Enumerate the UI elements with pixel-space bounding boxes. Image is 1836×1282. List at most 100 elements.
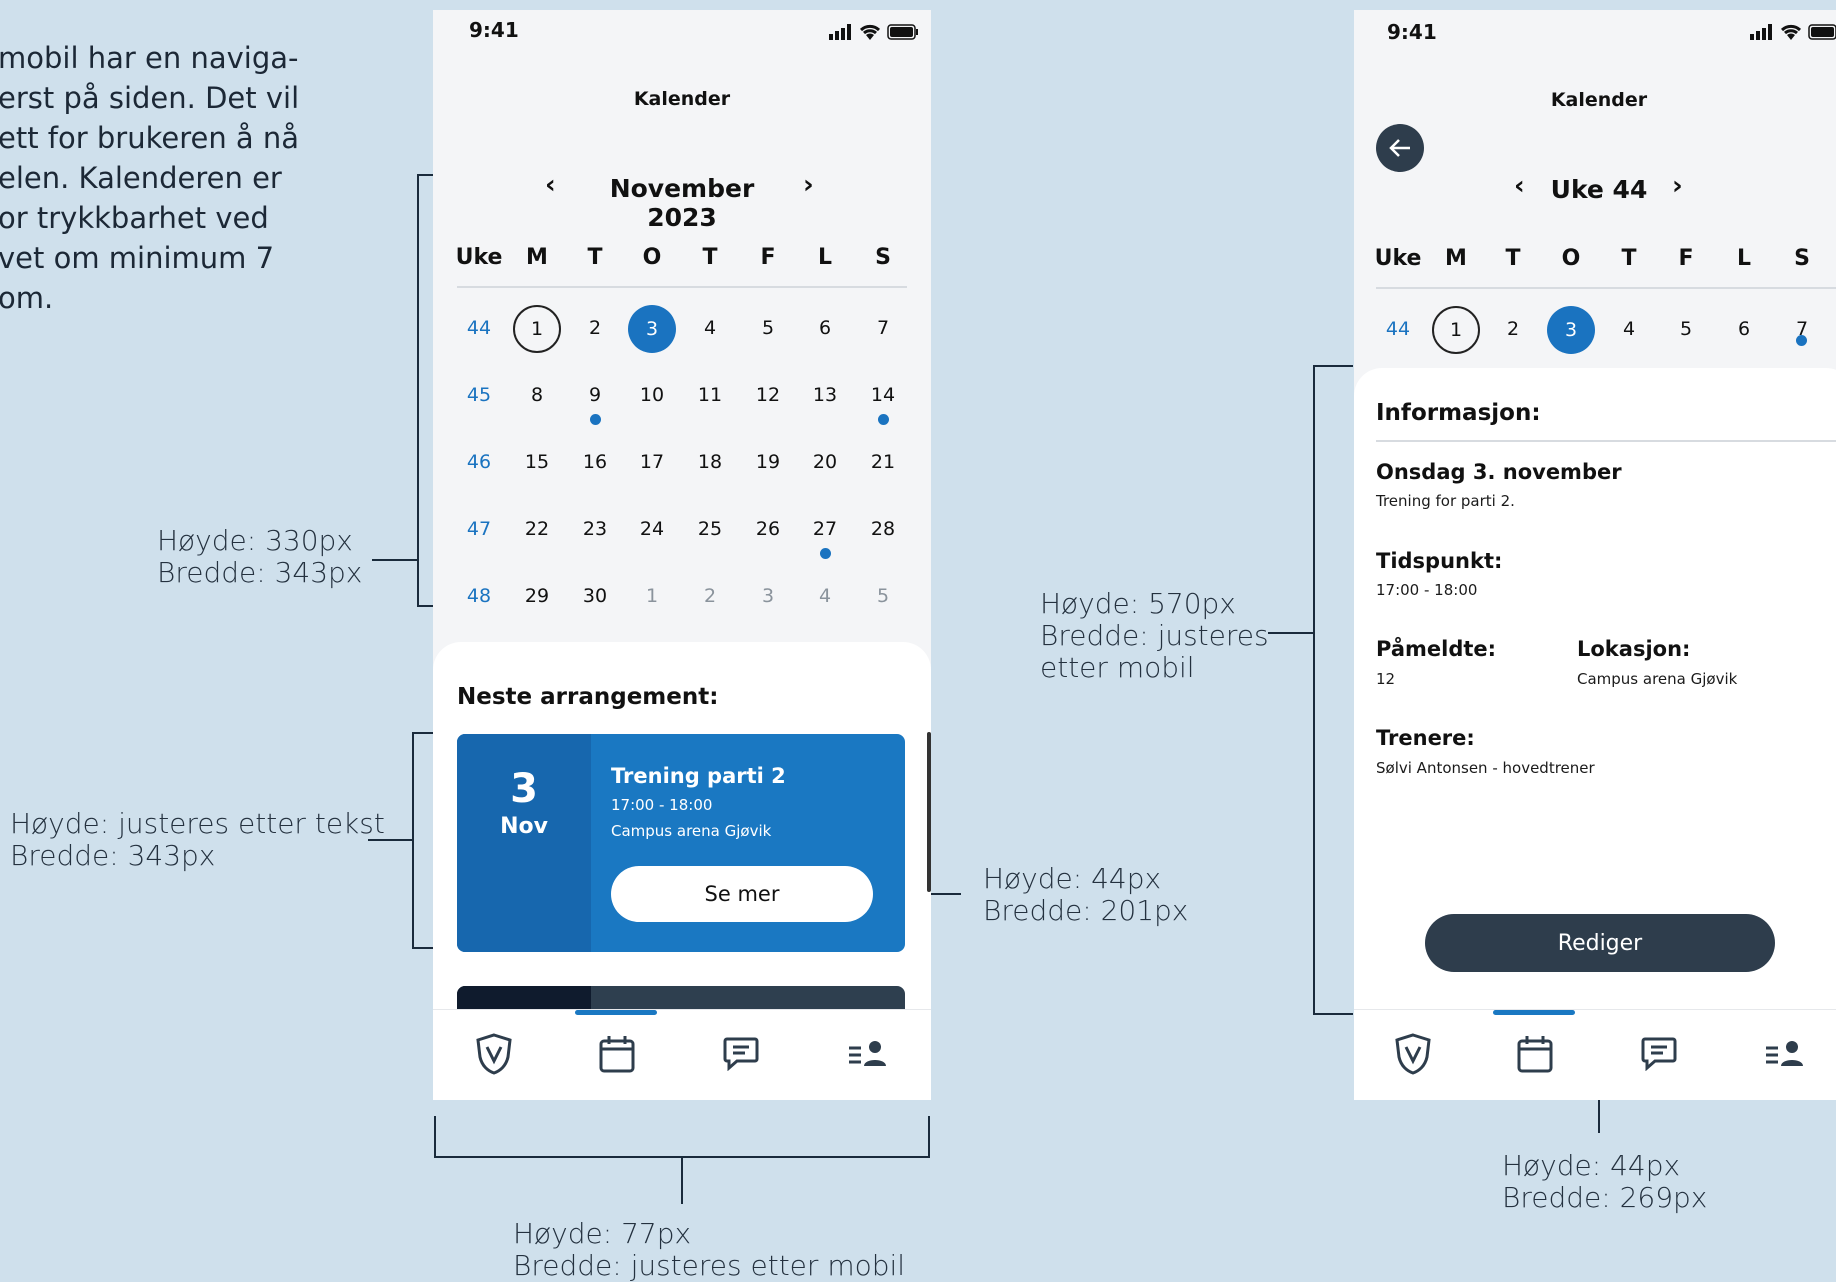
next-event-title: Neste arrangement: bbox=[457, 684, 719, 710]
calendar-day[interactable]: 4 bbox=[800, 573, 850, 623]
week-number[interactable]: 45 bbox=[454, 372, 504, 422]
calendar-day[interactable]: 15 bbox=[512, 439, 562, 489]
calendar-day[interactable]: 2 bbox=[570, 305, 620, 355]
tab-messages[interactable] bbox=[711, 1024, 771, 1084]
calendar-day[interactable]: 21 bbox=[858, 439, 908, 489]
tab-home[interactable] bbox=[1383, 1024, 1443, 1084]
date-title: Onsdag 3. november bbox=[1376, 460, 1622, 484]
chat-icon bbox=[723, 1037, 759, 1071]
weekday-header: O bbox=[642, 245, 662, 270]
trainers-label: Trenere: bbox=[1376, 726, 1475, 750]
phone-calendar-month: 9:41 Kalender ‹ November 2023 › Uke M T … bbox=[433, 10, 931, 1100]
calendar-icon bbox=[1517, 1036, 1553, 1073]
chevron-right-icon: › bbox=[1672, 171, 1683, 201]
calendar-day[interactable]: 4 bbox=[1604, 306, 1654, 356]
calendar-day[interactable]: 22 bbox=[512, 506, 562, 556]
calendar-day[interactable]: 10 bbox=[627, 372, 677, 422]
tab-indicator bbox=[575, 1010, 657, 1015]
calendar-day[interactable]: 23 bbox=[570, 506, 620, 556]
calendar-day[interactable]: 11 bbox=[685, 372, 735, 422]
event-title: Trening parti 2 bbox=[611, 764, 786, 788]
tab-home[interactable] bbox=[464, 1024, 524, 1084]
calendar-day[interactable]: 29 bbox=[512, 573, 562, 623]
calendar-day[interactable]: 4 bbox=[685, 305, 735, 355]
next-week-button[interactable]: › bbox=[1672, 171, 1683, 201]
calendar-day[interactable]: 5 bbox=[1661, 306, 1711, 356]
calendar-day[interactable]: 30 bbox=[570, 573, 620, 623]
annotation-line: Bredde: justeres etter mobil bbox=[513, 1249, 906, 1282]
calendar-day[interactable]: 16 bbox=[570, 439, 620, 489]
back-button[interactable] bbox=[1376, 124, 1424, 172]
calendar-day[interactable]: 19 bbox=[743, 439, 793, 489]
calendar-day[interactable]: 18 bbox=[685, 439, 735, 489]
calendar-day[interactable]: 7 bbox=[858, 305, 908, 355]
next-month-button[interactable]: › bbox=[803, 170, 814, 200]
event-dot bbox=[820, 548, 831, 559]
week-number[interactable]: 46 bbox=[454, 439, 504, 489]
tab-calendar[interactable] bbox=[587, 1024, 647, 1084]
calendar-day[interactable]: 2 bbox=[685, 573, 735, 623]
chevron-left-icon: ‹ bbox=[1514, 171, 1525, 201]
weekday-header: L bbox=[817, 245, 833, 270]
weekday-header: F bbox=[760, 245, 776, 270]
calendar-day[interactable]: 26 bbox=[743, 506, 793, 556]
week-number[interactable]: 48 bbox=[454, 573, 504, 623]
weekday-header: Uke bbox=[1374, 246, 1422, 271]
calendar-day[interactable]: 7 bbox=[1777, 306, 1827, 356]
status-time: 9:41 bbox=[1387, 20, 1437, 44]
calendar-day[interactable]: 24 bbox=[627, 506, 677, 556]
annotation-line: Bredde: 201px bbox=[983, 894, 1189, 927]
calendar-day-today[interactable]: 1 bbox=[513, 305, 561, 353]
event-dot bbox=[878, 414, 889, 425]
battery-icon bbox=[887, 24, 918, 40]
date-description: Trening for parti 2. bbox=[1376, 492, 1515, 510]
location-value: Campus arena Gjøvik bbox=[1577, 670, 1738, 688]
week-number[interactable]: 44 bbox=[454, 305, 504, 355]
calendar-day[interactable]: 1 bbox=[627, 573, 677, 623]
edit-button[interactable]: Rediger bbox=[1425, 914, 1775, 972]
calendar-day[interactable]: 12 bbox=[743, 372, 793, 422]
annotation-line: Bredde: 343px bbox=[157, 556, 363, 589]
weekday-header: T bbox=[702, 245, 718, 270]
calendar-day[interactable]: 28 bbox=[858, 506, 908, 556]
calendar-day[interactable]: 6 bbox=[1719, 306, 1769, 356]
annotation-see-more: Høyde: 44px Bredde: 201px bbox=[983, 863, 1188, 927]
annotation-line: Høyde: justeres etter tekst bbox=[10, 807, 385, 840]
weekday-header: O bbox=[1561, 246, 1581, 271]
calendar-day[interactable]: 20 bbox=[800, 439, 850, 489]
intro-line: or trykkbarhet ved bbox=[0, 201, 269, 235]
event-date-block: 3 Nov bbox=[457, 734, 591, 952]
prev-month-button[interactable]: ‹ bbox=[545, 170, 556, 200]
annotation-info-sheet: Høyde: 570px Bredde: justeres etter mobi… bbox=[1040, 588, 1269, 684]
annotation-event-card: Høyde: justeres etter tekst Bredde: 343p… bbox=[10, 808, 385, 872]
scrollbar[interactable] bbox=[927, 732, 931, 892]
tab-calendar[interactable] bbox=[1505, 1024, 1565, 1084]
tab-profile[interactable] bbox=[837, 1024, 897, 1084]
week-number[interactable]: 47 bbox=[454, 506, 504, 556]
calendar-day[interactable]: 2 bbox=[1488, 306, 1538, 356]
attendees-value: 12 bbox=[1376, 670, 1396, 688]
tab-messages[interactable] bbox=[1629, 1024, 1689, 1084]
prev-week-button[interactable]: ‹ bbox=[1514, 171, 1525, 201]
calendar-day[interactable]: 3 bbox=[743, 573, 793, 623]
tab-profile[interactable] bbox=[1754, 1024, 1814, 1084]
calendar-day[interactable]: 6 bbox=[800, 305, 850, 355]
calendar-day-selected[interactable]: 3 bbox=[1547, 306, 1595, 354]
annotation-tabbar: Høyde: 77px Bredde: justeres etter mobil bbox=[513, 1218, 905, 1282]
week-number[interactable]: 44 bbox=[1373, 306, 1423, 356]
calendar-day[interactable]: 5 bbox=[858, 573, 908, 623]
phone-calendar-week: 9:41 Kalender ‹ Uke 44 › Uke M T O T F L… bbox=[1354, 10, 1836, 1100]
calendar-day[interactable]: 17 bbox=[627, 439, 677, 489]
calendar-day-selected[interactable]: 3 bbox=[628, 305, 676, 353]
calendar-day-today[interactable]: 1 bbox=[1432, 306, 1480, 354]
calendar-day[interactable]: 8 bbox=[512, 372, 562, 422]
calendar-day[interactable]: 5 bbox=[743, 305, 793, 355]
profile-list-icon bbox=[1766, 1041, 1803, 1066]
shield-icon bbox=[1395, 1033, 1431, 1075]
info-title: Informasjon: bbox=[1376, 400, 1541, 426]
event-card[interactable]: 3 Nov Trening parti 2 17:00 - 18:00 Camp… bbox=[457, 734, 905, 952]
calendar-day[interactable]: 25 bbox=[685, 506, 735, 556]
annotation-line: Høyde: 330px bbox=[157, 524, 353, 557]
see-more-button[interactable]: Se mer bbox=[611, 866, 873, 922]
calendar-day[interactable]: 13 bbox=[800, 372, 850, 422]
